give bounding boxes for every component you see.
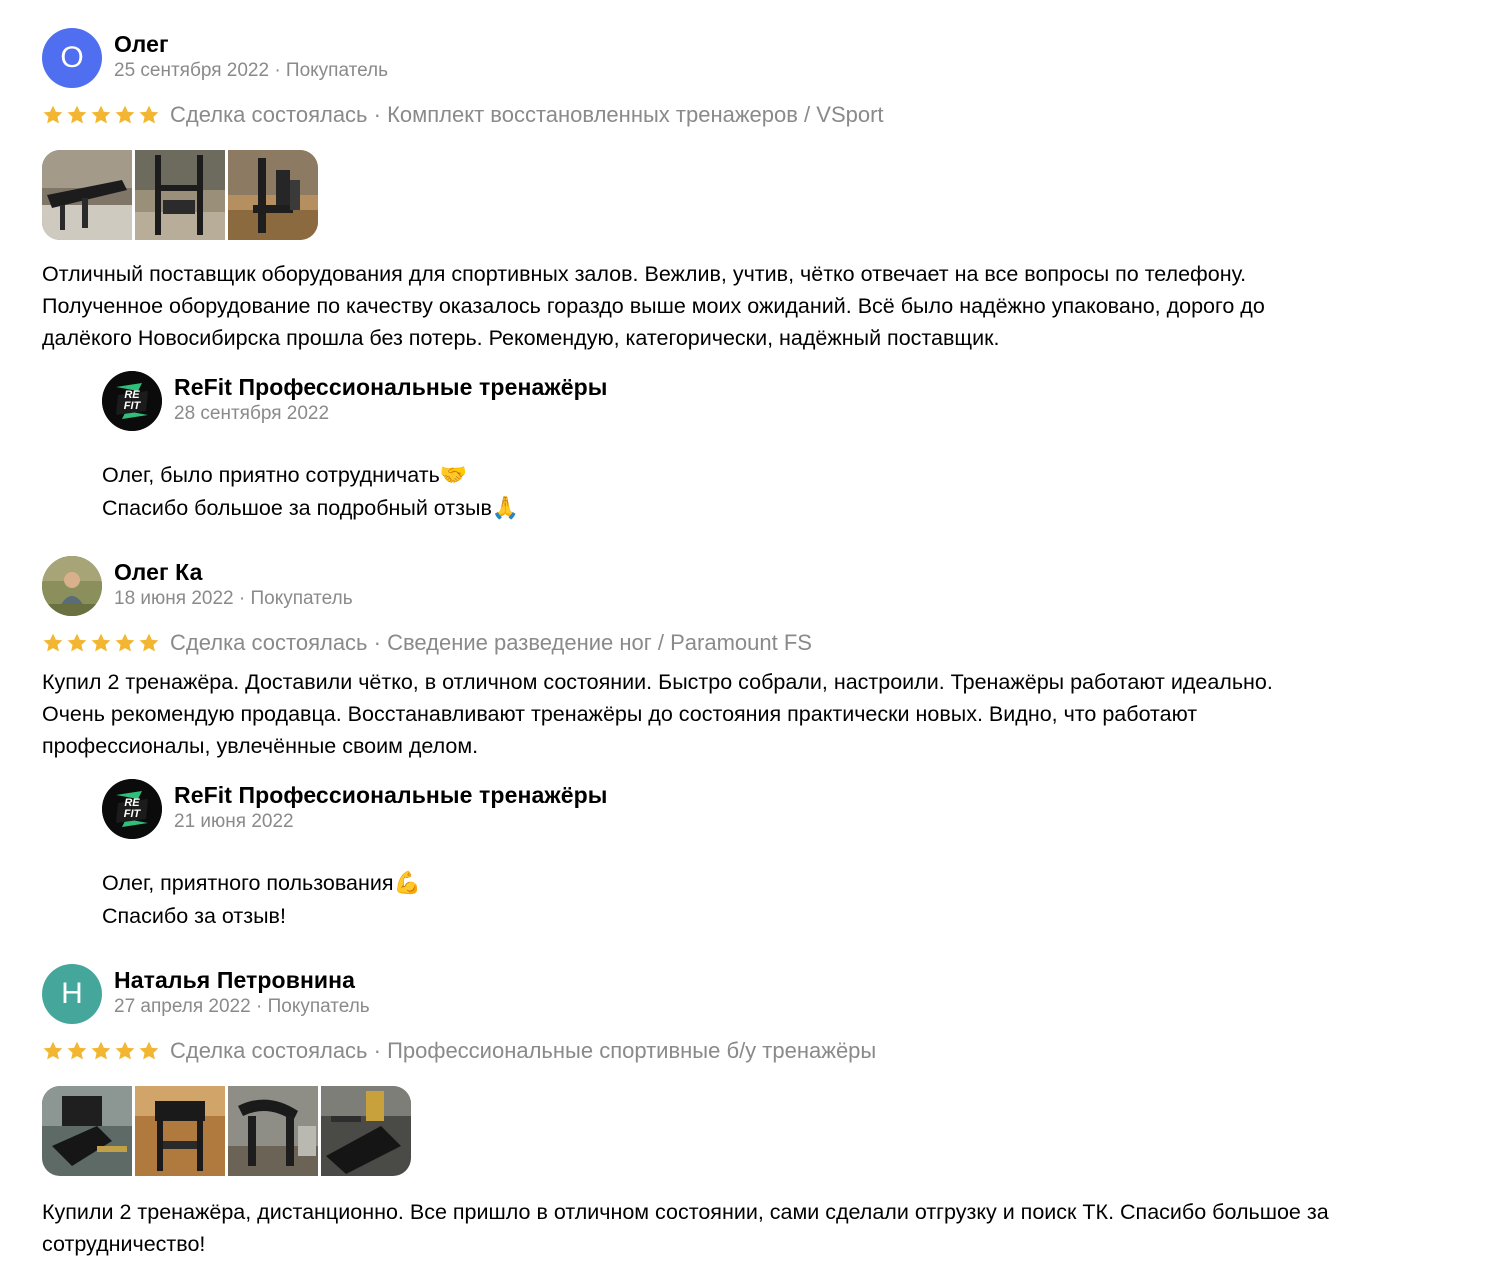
review-date-line: 27 апреля 2022 · Покупатель — [114, 994, 370, 1020]
review-photo-machine[interactable] — [135, 1086, 225, 1176]
reply-date: 28 сентября 2022 — [174, 403, 330, 424]
gym-machine-image — [228, 1086, 318, 1176]
handshake-emoji-icon: 🤝 — [439, 463, 468, 488]
avatar-initial: Н — [61, 977, 83, 1010]
refit-logo-text: RE FIT — [123, 797, 141, 820]
star-icon — [139, 633, 159, 652]
rating-line: Сделка состоялась · Комплект восстановле… — [42, 100, 1462, 130]
gym-machine-image — [42, 1086, 132, 1176]
review-header: Н Наталья Петровнина 27 апреля 2022 · По… — [42, 964, 1462, 1026]
star-icon — [139, 105, 159, 124]
avatar[interactable] — [42, 556, 102, 616]
star-icon — [115, 633, 135, 652]
deal-info[interactable]: Сделка состоялась · Сведение разведение … — [170, 630, 812, 656]
review-header: Олег Ка 18 июня 2022 · Покупатель — [42, 556, 1462, 618]
pray-emoji-icon: 🙏 — [491, 496, 520, 521]
gym-machine-image — [321, 1086, 411, 1176]
star-icon — [91, 1041, 111, 1060]
review-card: Н Наталья Петровнина 27 апреля 2022 · По… — [42, 964, 1462, 1260]
star-rating — [42, 632, 162, 654]
review-text: Купили 2 тренажёра, дистанционно. Все пр… — [42, 1200, 1329, 1256]
star-icon — [43, 1041, 63, 1060]
review-photo-machine[interactable] — [228, 150, 318, 240]
reply-line-text: Спасибо большое за подробный отзыв — [102, 496, 492, 520]
star-icon — [139, 1041, 159, 1060]
reply-meta: ReFit Профессиональные тренажёры 28 сент… — [174, 371, 608, 427]
star-icon — [43, 105, 63, 124]
reply-header: RE FIT ReFit Профессиональные тренажёры … — [102, 779, 1402, 841]
gym-machine-image — [135, 1086, 225, 1176]
avatar[interactable]: Н — [42, 964, 102, 1024]
reply-date: 21 июня 2022 — [174, 811, 294, 832]
review-card: Олег Ка 18 июня 2022 · Покупатель Сделка… — [42, 556, 1462, 762]
review-photos — [42, 150, 318, 240]
reply-text: Олег, приятного пользования💪 Спасибо за … — [102, 867, 1402, 932]
review-card: О Олег 25 сентября 2022 · Покупатель Сде… — [42, 28, 1462, 354]
star-icon — [115, 1041, 135, 1060]
review-photo-dip-station[interactable] — [135, 150, 225, 240]
star-icon — [43, 633, 63, 652]
deal-info[interactable]: Сделка состоялась · Комплект восстановле… — [170, 102, 884, 128]
rating-line: Сделка состоялась · Сведение разведение … — [42, 628, 1462, 658]
avatar[interactable]: О — [42, 28, 102, 88]
star-rating — [42, 104, 162, 126]
reply-line: Спасибо за отзыв! — [102, 900, 1402, 932]
seller-name[interactable]: ReFit Профессиональные тренажёры — [174, 781, 608, 809]
star-icon — [115, 105, 135, 124]
review-meta: Наталья Петровнина 27 апреля 2022 · Поку… — [114, 964, 370, 1020]
reply-line-text: Олег, было приятно сотрудничать — [102, 463, 440, 487]
review-photo-machine[interactable] — [228, 1086, 318, 1176]
review-text: Купил 2 тренажёра. Доставили чётко, в от… — [42, 670, 1273, 758]
seller-avatar[interactable]: RE FIT — [102, 371, 162, 431]
deal-info[interactable]: Сделка состоялась · Профессиональные спо… — [170, 1038, 876, 1064]
star-icon — [91, 633, 111, 652]
review-date: 27 апреля 2022 — [114, 996, 251, 1017]
star-icon — [67, 1041, 87, 1060]
flexed-biceps-emoji-icon: 💪 — [393, 871, 421, 896]
reply-meta: ReFit Профессиональные тренажёры 21 июня… — [174, 779, 608, 835]
review-meta: Олег Ка 18 июня 2022 · Покупатель — [114, 556, 353, 612]
review-meta: Олег 25 сентября 2022 · Покупатель — [114, 28, 388, 84]
dip-station-image — [135, 150, 225, 240]
seller-name[interactable]: ReFit Профессиональные тренажёры — [174, 373, 608, 401]
review-text: Отличный поставщик оборудования для спор… — [42, 262, 1265, 350]
reply-line-text: Олег, приятного пользования — [102, 871, 394, 895]
review-header: О Олег 25 сентября 2022 · Покупатель — [42, 28, 1462, 90]
star-icon — [67, 105, 87, 124]
reply-header: RE FIT ReFit Профессиональные тренажёры … — [102, 371, 1402, 433]
reviewer-role: · Покупатель — [238, 588, 353, 609]
review-photo-bench[interactable] — [42, 150, 132, 240]
reply-line: Олег, приятного пользования💪 — [102, 867, 1402, 900]
review-photos — [42, 1086, 411, 1176]
review-photo-machine[interactable] — [321, 1086, 411, 1176]
author-name[interactable]: Наталья Петровнина — [114, 966, 370, 994]
reply-line: Спасибо большое за подробный отзыв🙏 — [102, 492, 1402, 525]
reply-line-text: Спасибо за отзыв! — [102, 904, 286, 928]
review-date-line: 18 июня 2022 · Покупатель — [114, 586, 353, 612]
gym-bench-image — [42, 150, 132, 240]
author-name[interactable]: Олег — [114, 30, 388, 58]
seller-avatar[interactable]: RE FIT — [102, 779, 162, 839]
refit-logo-text: RE FIT — [123, 389, 141, 412]
reviewer-role: · Покупатель — [255, 996, 370, 1017]
author-name[interactable]: Олег Ка — [114, 558, 353, 586]
avatar-initial: О — [60, 41, 84, 74]
seller-reply: RE FIT ReFit Профессиональные тренажёры … — [102, 371, 1402, 525]
seller-reply: RE FIT ReFit Профессиональные тренажёры … — [102, 779, 1402, 932]
star-icon — [91, 105, 111, 124]
review-date: 18 июня 2022 — [114, 588, 234, 609]
reviewer-role: · Покупатель — [274, 60, 389, 81]
review-date-line: 25 сентября 2022 · Покупатель — [114, 58, 388, 84]
user-photo-avatar — [42, 556, 102, 616]
reply-line: Олег, было приятно сотрудничать🤝 — [102, 459, 1402, 492]
gym-machine-image — [228, 150, 318, 240]
review-date: 25 сентября 2022 — [114, 60, 270, 81]
review-photo-machine[interactable] — [42, 1086, 132, 1176]
reply-text: Олег, было приятно сотрудничать🤝 Спасибо… — [102, 459, 1402, 525]
star-rating — [42, 1040, 162, 1062]
rating-line: Сделка состоялась · Профессиональные спо… — [42, 1036, 1462, 1066]
star-icon — [67, 633, 87, 652]
